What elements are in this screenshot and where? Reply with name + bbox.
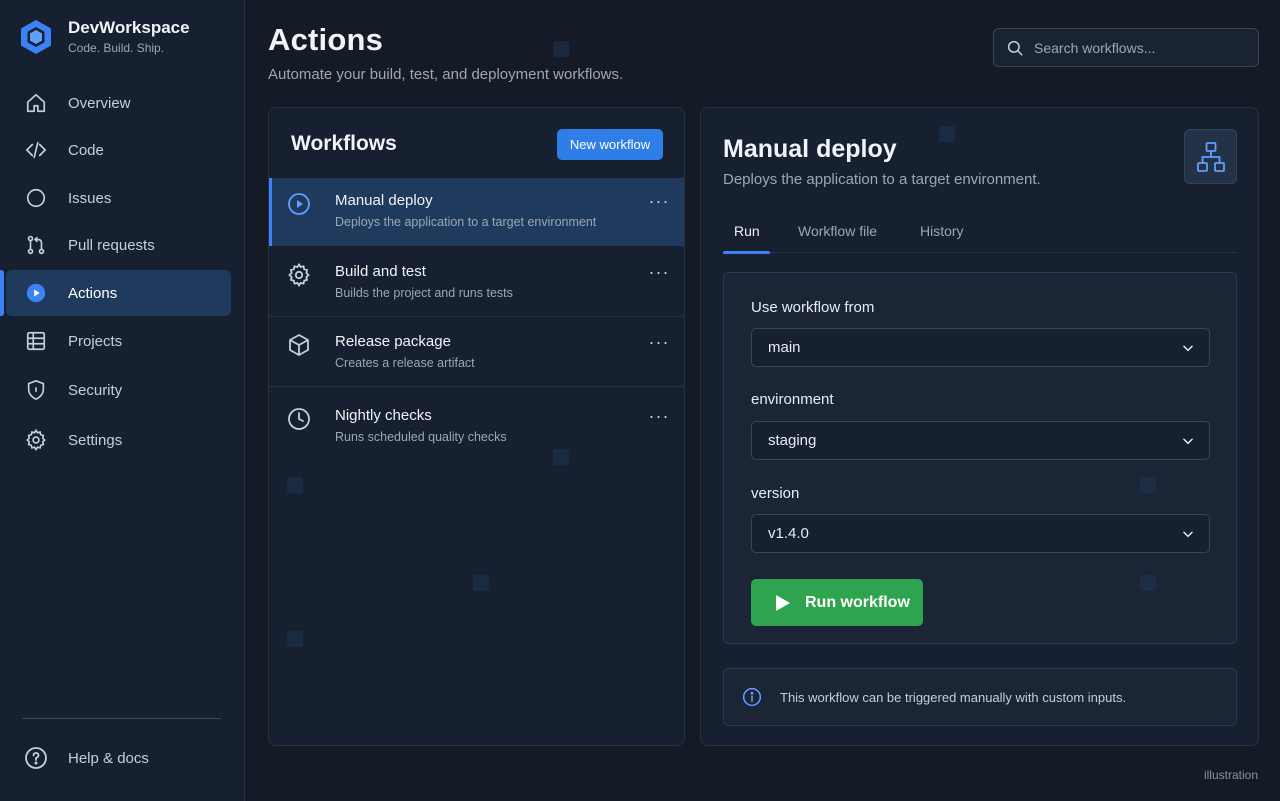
workflow-name: Build and test	[335, 263, 426, 280]
workflow-diagram-icon	[1184, 129, 1237, 184]
workflow-detail-panel: Manual deploy Deploys the application to…	[700, 107, 1259, 746]
search-input[interactable]	[1034, 39, 1244, 56]
info-icon	[742, 687, 762, 707]
sidebar: DevWorkspace Code. Build. Ship. Overview…	[0, 0, 245, 801]
pull-request-icon	[24, 233, 48, 257]
play-circle-icon	[288, 193, 310, 215]
sidebar-item-projects[interactable]: Projects	[6, 318, 231, 364]
workflows-panel: Workflows New workflow Manual deploy Dep…	[268, 107, 685, 746]
workflow-from-select[interactable]: main	[751, 328, 1210, 367]
shield-icon	[24, 378, 48, 402]
workflow-item-nightly-checks[interactable]: Nightly checks Runs scheduled quality ch…	[269, 393, 684, 461]
sidebar-item-actions[interactable]: Actions	[0, 270, 231, 316]
sidebar-item-security[interactable]: Security	[6, 367, 231, 413]
package-icon	[289, 334, 309, 356]
sidebar-item-label: Actions	[68, 284, 118, 302]
chevron-down-icon	[1183, 438, 1193, 445]
workflow-description: Deploys the application to a target envi…	[335, 215, 597, 229]
more-options-icon[interactable]: ···	[648, 333, 670, 357]
play-icon	[776, 594, 790, 611]
home-icon	[24, 91, 48, 115]
footer-note: illustration	[1203, 768, 1258, 782]
run-workflow-label: Run workflow	[805, 593, 910, 611]
sidebar-item-code[interactable]: Code	[6, 127, 231, 173]
workflow-name: Release package	[335, 333, 451, 350]
search-icon	[1007, 40, 1023, 55]
sidebar-item-overview[interactable]: Overview	[6, 80, 231, 126]
detail-tabs: Run Workflow file History	[723, 213, 1237, 254]
gear-icon	[288, 263, 310, 287]
detail-subtitle: Deploys the application to a target envi…	[723, 171, 1041, 188]
play-circle-icon	[24, 281, 48, 305]
sidebar-item-label: Settings	[68, 431, 123, 449]
chevron-down-icon	[1183, 345, 1193, 352]
select-value: staging	[768, 432, 817, 449]
watermark-badge	[939, 126, 955, 142]
more-options-icon[interactable]: ···	[648, 192, 670, 216]
workflow-name: Nightly checks	[335, 407, 432, 424]
watermark-badge	[553, 41, 569, 57]
watermark-badge	[1140, 575, 1156, 591]
more-options-icon[interactable]: ···	[648, 263, 670, 287]
workflow-description: Runs scheduled quality checks	[335, 430, 507, 444]
sidebar-item-label: Pull requests	[68, 236, 155, 254]
workflow-name: Manual deploy	[335, 192, 433, 209]
more-options-icon[interactable]: ···	[648, 407, 670, 431]
watermark-badge	[1140, 477, 1156, 493]
watermark-badge	[553, 449, 569, 465]
brand-name: DevWorkspace	[68, 18, 190, 37]
version-select[interactable]: v1.4.0	[751, 514, 1210, 553]
run-workflow-form: Use workflow from main environment stagi…	[723, 272, 1237, 644]
sidebar-item-label: Security	[68, 381, 123, 399]
workflow-item-manual-deploy[interactable]: Manual deploy Deploys the application to…	[269, 178, 684, 246]
new-workflow-button[interactable]: New workflow	[557, 129, 663, 160]
select-value: main	[768, 339, 801, 356]
tab-run[interactable]: Run	[734, 223, 760, 239]
sidebar-item-issues[interactable]: Issues	[6, 175, 231, 221]
info-text: This workflow can be triggered manually …	[780, 689, 1127, 705]
table-icon	[24, 329, 48, 353]
workflow-item-build-and-test[interactable]: Build and test Builds the project and ru…	[269, 249, 684, 317]
sidebar-item-settings[interactable]: Settings	[6, 417, 231, 463]
watermark-badge	[287, 631, 303, 647]
workflows-title: Workflows	[291, 132, 397, 155]
app-root: DevWorkspace Code. Build. Ship. Overview…	[0, 0, 1280, 801]
watermark-badge	[287, 477, 303, 493]
version-label: version	[751, 485, 800, 502]
brand[interactable]: DevWorkspace Code. Build. Ship.	[20, 18, 190, 55]
workflow-description: Builds the project and runs tests	[335, 286, 513, 300]
environment-label: environment	[751, 391, 834, 408]
environment-select[interactable]: staging	[751, 421, 1210, 460]
sidebar-item-pull-requests[interactable]: Pull requests	[6, 222, 231, 268]
sidebar-divider	[22, 718, 221, 719]
search-box	[993, 28, 1259, 67]
workflow-description: Creates a release artifact	[335, 356, 475, 370]
hexagon-logo-icon	[21, 19, 51, 54]
code-icon	[24, 138, 48, 162]
page-subtitle: Automate your build, test, and deploymen…	[268, 66, 624, 83]
chevron-down-icon	[1183, 531, 1193, 538]
brand-tagline: Code. Build. Ship.	[68, 41, 165, 55]
help-docs-link[interactable]: Help & docs	[24, 746, 149, 770]
detail-title: Manual deploy	[723, 135, 897, 163]
sidebar-item-label: Code	[68, 141, 104, 159]
watermark-badge	[473, 575, 489, 591]
active-tab-indicator	[723, 251, 770, 254]
circle-icon	[24, 186, 48, 210]
workflow-from-label: Use workflow from	[751, 299, 875, 316]
tab-history[interactable]: History	[920, 223, 964, 239]
help-label: Help & docs	[68, 749, 149, 767]
sidebar-item-label: Projects	[68, 332, 123, 350]
workflow-item-release-package[interactable]: Release package Creates a release artifa…	[269, 319, 684, 387]
sidebar-item-label: Issues	[68, 189, 112, 207]
clock-icon	[288, 408, 310, 430]
select-value: v1.4.0	[768, 525, 809, 542]
page-title: Actions	[268, 22, 384, 57]
info-callout: This workflow can be triggered manually …	[723, 668, 1237, 726]
run-workflow-button[interactable]: Run workflow	[751, 579, 923, 626]
tab-workflow-file[interactable]: Workflow file	[798, 223, 877, 239]
help-circle-icon	[24, 746, 48, 770]
gear-icon	[24, 428, 48, 452]
sidebar-item-label: Overview	[68, 94, 131, 112]
